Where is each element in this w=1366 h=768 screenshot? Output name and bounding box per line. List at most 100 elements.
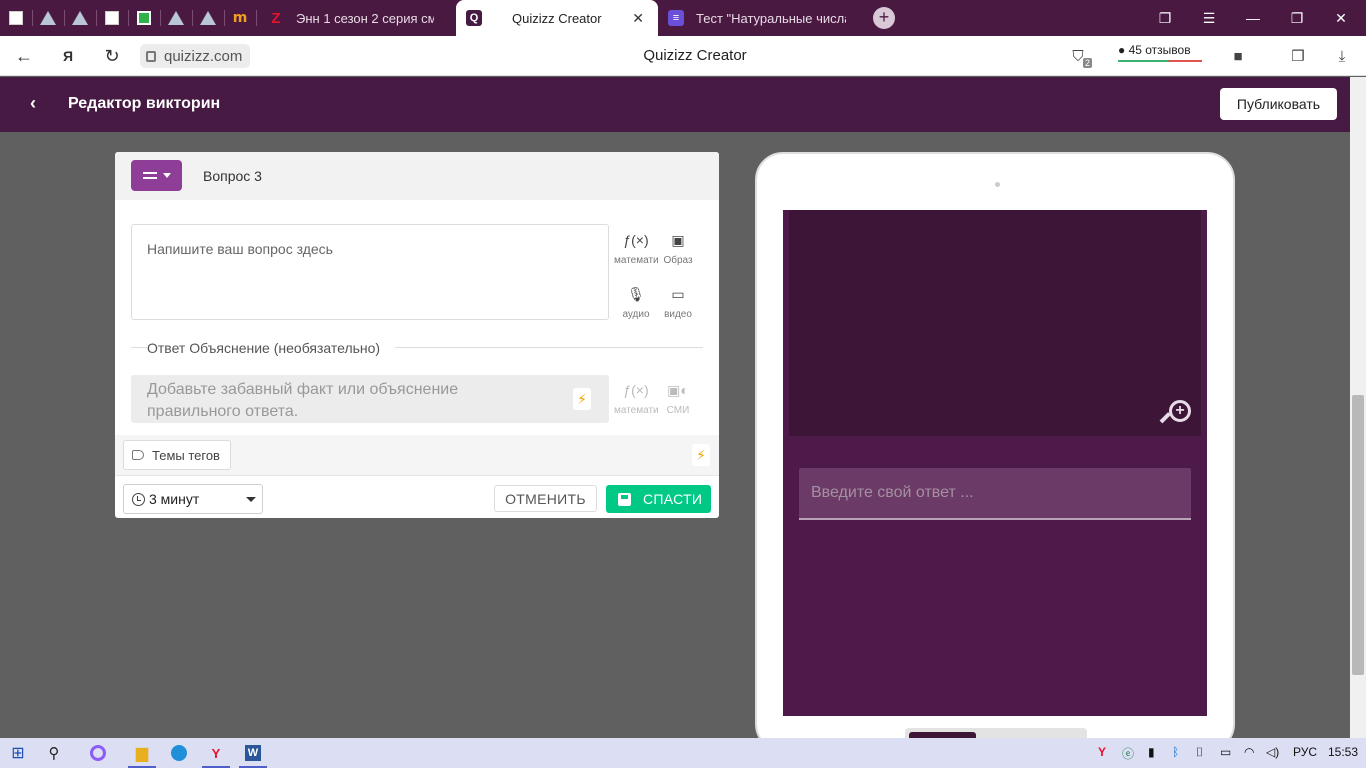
collections-icon[interactable]: ❒ xyxy=(1288,46,1308,66)
app-header: ‹ Редактор викторин Публиковать xyxy=(0,77,1350,132)
tray-e-icon[interactable]: ⓔ xyxy=(1122,745,1134,762)
file-explorer-icon[interactable]: ▆ xyxy=(132,743,152,763)
sail-icon xyxy=(40,11,56,25)
bluetooth-icon[interactable]: ᛒ xyxy=(1172,745,1179,759)
pinned-tab-6[interactable] xyxy=(164,6,188,30)
pinned-tab-7[interactable] xyxy=(196,6,220,30)
close-window-icon[interactable]: ✕ xyxy=(1320,0,1362,36)
divider xyxy=(131,347,147,348)
shield-icon[interactable]: ⛉ 2 xyxy=(1068,46,1092,68)
pinned-tab-5[interactable] xyxy=(132,6,156,30)
clock[interactable]: 15:53 xyxy=(1328,745,1358,759)
zoom-in-icon[interactable]: + xyxy=(1159,400,1191,430)
page-icon xyxy=(9,11,23,25)
editor-footer: 3 минут ОТМЕНИТЬ СПАСТИ xyxy=(115,475,719,518)
question-editor: Вопрос 3 Напишите ваш вопрос здесь ƒ(×) … xyxy=(115,152,719,518)
alice-icon[interactable] xyxy=(88,743,108,763)
save-button[interactable]: СПАСТИ xyxy=(606,485,711,513)
audio-tool[interactable]: 🎙 аудио xyxy=(614,284,658,321)
preview-tablet: + Введите свой ответ ... xyxy=(755,152,1235,752)
usb-icon[interactable]: ⌷ xyxy=(1196,745,1203,760)
image-tool-label: Образ xyxy=(663,255,693,266)
tag-icon xyxy=(132,450,144,460)
minimize-icon[interactable]: — xyxy=(1232,0,1274,36)
publish-button[interactable]: Публиковать xyxy=(1220,88,1337,120)
explanation-input[interactable]: Добавьте забавный факт или объяснение пр… xyxy=(131,375,609,423)
reviews-widget[interactable]: ● 45 отзывов xyxy=(1118,43,1202,62)
time-limit-select[interactable]: 3 минут xyxy=(123,484,263,514)
microphone-icon: 🎙 xyxy=(627,285,645,302)
language-indicator[interactable]: РУС xyxy=(1293,745,1317,759)
tab-anime[interactable]: Z Энн 1 сезон 2 серия смотреть онлайн xyxy=(258,0,454,36)
app-title: Редактор викторин xyxy=(68,95,221,112)
tab-title: Тест "Натуральные числа" xyxy=(696,10,846,26)
video-tool[interactable]: ▭ видео xyxy=(656,284,700,321)
back-chevron-icon[interactable]: ‹ xyxy=(30,93,36,114)
pinned-tab-1[interactable] xyxy=(4,6,28,30)
browser-tab-strip: m Z Энн 1 сезон 2 серия смотреть онлайн … xyxy=(0,0,1366,36)
search-icon[interactable]: ⚲ xyxy=(44,743,64,763)
m-logo-icon: m xyxy=(232,10,248,26)
video-tool-label: видео xyxy=(664,309,692,320)
explanation-heading: Ответ Объяснение (необязательно) xyxy=(147,340,381,356)
edge-icon[interactable] xyxy=(169,743,189,763)
tab-separator xyxy=(192,10,193,26)
clock-icon xyxy=(132,492,145,506)
answer-input-preview[interactable]: Введите свой ответ ... xyxy=(799,468,1191,520)
lightning-icon[interactable]: ⚡ xyxy=(692,444,710,466)
wifi-icon[interactable]: ◠ xyxy=(1244,745,1254,759)
page-icon xyxy=(105,11,119,25)
tags-row: Темы тегов ⚡ xyxy=(115,435,719,475)
pinned-tab-3[interactable] xyxy=(68,6,92,30)
question-input[interactable]: Напишите ваш вопрос здесь xyxy=(131,224,609,320)
image-tool[interactable]: ▣ Образ xyxy=(656,230,700,267)
windows-start-icon[interactable]: ⊞ xyxy=(8,743,28,763)
download-icon[interactable]: ⤓ xyxy=(1332,46,1352,66)
explanation-placeholder: Добавьте забавный факт или объяснение пр… xyxy=(147,381,459,420)
close-icon[interactable]: ✕ xyxy=(632,10,644,27)
tags-button[interactable]: Темы тегов xyxy=(123,440,231,470)
time-value: 3 минут xyxy=(149,491,200,507)
word-icon[interactable]: W xyxy=(243,743,263,763)
video-camera-icon: ▭ xyxy=(671,285,685,302)
new-tab-button[interactable]: + xyxy=(873,7,895,29)
pinned-tab-8[interactable]: m xyxy=(228,6,252,30)
scrollbar-thumb[interactable] xyxy=(1352,395,1364,675)
tab-title: Энн 1 сезон 2 серия смотреть онлайн xyxy=(296,10,434,26)
tab-quizizz[interactable]: Q Quizizz Creator ✕ xyxy=(456,0,658,36)
tab-separator xyxy=(224,10,225,26)
tab-test[interactable]: ≡ Тест "Натуральные числа" xyxy=(658,0,864,36)
preview-screen: + Введите свой ответ ... xyxy=(783,210,1207,716)
function-icon: ƒ(×) xyxy=(623,232,649,248)
bookmarks-icon[interactable]: ❐ xyxy=(1144,0,1186,36)
tab-separator xyxy=(64,10,65,26)
math-tool-label: математика xyxy=(614,405,658,416)
question-type-button[interactable] xyxy=(131,160,182,191)
pinned-tab-4[interactable] xyxy=(100,6,124,30)
yandex-browser-icon[interactable]: Y xyxy=(206,743,226,763)
menu-icon[interactable]: ☰ xyxy=(1188,0,1230,36)
math-tool-disabled: ƒ(×) математика xyxy=(614,380,658,416)
bookmark-icon[interactable]: ■ xyxy=(1228,46,1248,66)
tab-separator xyxy=(128,10,129,26)
green-square-icon xyxy=(137,11,151,25)
divider xyxy=(395,347,703,348)
restore-icon[interactable]: ❐ xyxy=(1276,0,1318,36)
page-scrollbar[interactable] xyxy=(1350,77,1366,738)
function-icon: ƒ(×) xyxy=(623,382,649,398)
question-number: Вопрос 3 xyxy=(203,168,262,184)
address-bar: ← Я ↻ quizizz.com Quizizz Creator ⛉ 2 ● … xyxy=(0,36,1366,76)
microphone-tray-icon[interactable]: ▮ xyxy=(1148,745,1155,759)
yandex-tray-icon[interactable]: Y xyxy=(1098,745,1106,759)
pinned-tab-2[interactable] xyxy=(36,6,60,30)
lightning-icon[interactable]: ⚡ xyxy=(573,388,591,410)
cancel-button[interactable]: ОТМЕНИТЬ xyxy=(494,485,597,512)
tab-separator xyxy=(256,10,257,26)
sail-icon xyxy=(168,11,184,25)
save-icon xyxy=(618,492,631,506)
z-logo-icon: Z xyxy=(271,9,281,27)
battery-icon[interactable]: ▭ xyxy=(1220,745,1231,759)
text-type-icon xyxy=(142,172,157,179)
volume-icon[interactable]: ◁) xyxy=(1266,745,1279,759)
math-tool[interactable]: ƒ(×) математика xyxy=(614,230,658,266)
